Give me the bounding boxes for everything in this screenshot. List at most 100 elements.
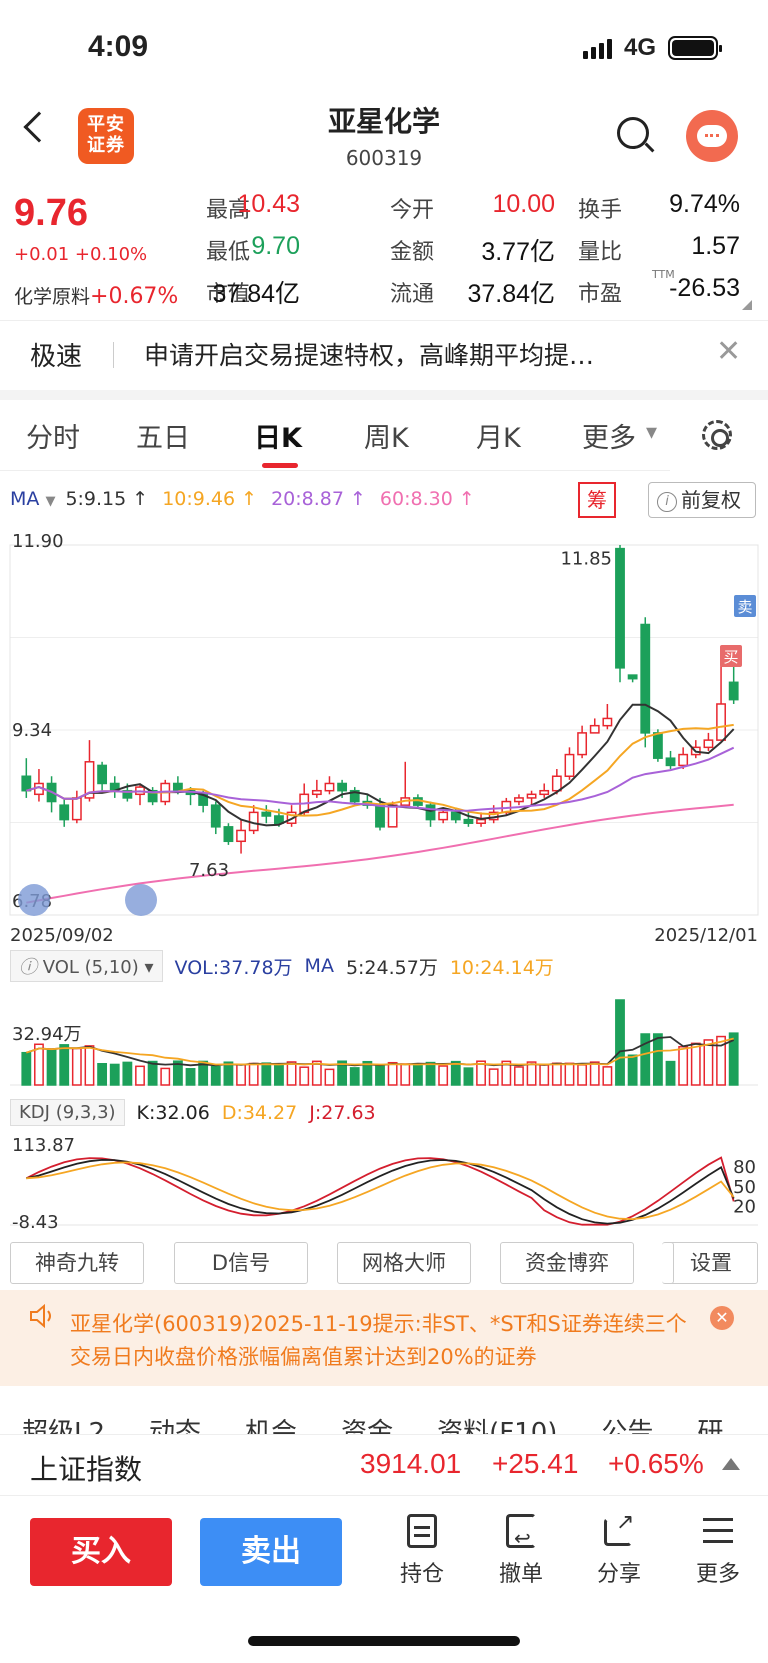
volume-bar — [261, 1062, 272, 1086]
action-1[interactable]: ↩ 撤单 — [481, 1512, 561, 1588]
volume-bar — [400, 1063, 411, 1086]
tab-2[interactable]: 日K — [254, 416, 302, 455]
volume-bar — [46, 1049, 57, 1086]
search-icon[interactable] — [617, 117, 649, 149]
detail-tab-6[interactable]: 研 — [697, 1412, 723, 1434]
tabs-divider — [0, 470, 670, 471]
scroll-left-handle — [18, 884, 50, 916]
candle-body — [71, 797, 82, 821]
indicator-button-3[interactable]: 资金博弈 — [500, 1242, 634, 1284]
chart-settings-icon[interactable] — [702, 420, 732, 450]
candle-body — [526, 793, 537, 799]
indicator-button-4[interactable]: 设置 — [664, 1242, 758, 1284]
ma-label[interactable]: MA ▼ — [10, 488, 55, 510]
volume-selector[interactable]: ⓘ VOL (5,10) ▾ — [10, 950, 163, 982]
assistant-avatar[interactable] — [686, 110, 738, 162]
pe-ttm-sup: TTM — [652, 268, 675, 281]
detail-tab-0[interactable]: 超级L2 — [22, 1412, 105, 1434]
volume-bar — [59, 1044, 70, 1086]
share-icon: ↗ — [600, 1512, 638, 1550]
candle-body — [728, 681, 739, 701]
volume-bar — [539, 1064, 550, 1086]
home-indicator — [248, 1636, 520, 1646]
zoom-handle — [125, 884, 157, 916]
tab-1[interactable]: 五日 — [136, 416, 190, 455]
tab-0[interactable]: 分时 — [26, 416, 80, 455]
ma-legend[interactable]: MA ▼ 5:9.15 ↑ 10:9.46 ↑ 20:8.87 ↑ 60:8.30 ↑ — [10, 488, 479, 510]
buy-tag-text: 买 — [723, 648, 738, 666]
kdj-selector[interactable]: KDJ (9,3,3) — [10, 1099, 125, 1126]
kdj-top-label: 113.87 — [12, 1135, 75, 1156]
risk-alert-text: 亚星化学(600319)2025-11-19提示:非ST、*ST和S证券连续三个… — [70, 1312, 687, 1369]
kline-chart[interactable]: 11.909.346.782025/09/022025/12/0111.857.… — [0, 520, 768, 1240]
sell-button[interactable]: 卖出 — [200, 1518, 342, 1586]
buy-button[interactable]: 买入 — [30, 1518, 172, 1586]
index-value: 3914.01 — [360, 1448, 462, 1479]
candle-body — [589, 724, 600, 734]
kdj-d-line — [26, 1161, 735, 1221]
notice-text[interactable]: 申请开启交易提速特权，高峰期平均提… — [144, 336, 684, 372]
vol-ma-label: MA — [304, 955, 334, 977]
candle-body — [514, 797, 524, 803]
current-price: 9.76 — [14, 192, 88, 234]
low-price-marker: 7.63 — [189, 860, 229, 881]
tab-4[interactable]: 月K — [476, 416, 521, 455]
volume-bar — [514, 1066, 524, 1086]
chip-distribution-button[interactable]: 筹 — [578, 482, 616, 518]
candle-body — [703, 739, 714, 749]
notice-close-icon[interactable]: ✕ — [716, 334, 741, 369]
index-change: +25.41 — [492, 1448, 579, 1479]
more-icon — [699, 1512, 737, 1550]
volume-bar — [425, 1061, 436, 1086]
volume-bar — [652, 1033, 663, 1086]
candle-body — [337, 782, 348, 792]
y-mid-label: 9.34 — [12, 720, 52, 741]
detail-tab-4[interactable]: 资料(F10) — [437, 1412, 557, 1434]
detail-tab-5[interactable]: 公告 — [601, 1412, 653, 1434]
info-icon: i — [657, 492, 677, 512]
volume-bar — [135, 1065, 145, 1086]
stock-name: 亚星化学 — [327, 105, 440, 138]
candle-body — [678, 753, 689, 767]
kdj-j-line — [25, 1156, 735, 1226]
volume-bar — [450, 1060, 461, 1086]
volume-bar — [375, 1065, 385, 1086]
quote-value: 37.84亿 — [212, 280, 300, 308]
detail-tab-1[interactable]: 动态 — [149, 1412, 201, 1434]
detail-tab-2[interactable]: 机会 — [245, 1412, 297, 1434]
alert-close-icon[interactable]: ✕ — [710, 1306, 734, 1330]
indicator-button-partial[interactable] — [662, 1242, 674, 1284]
indicator-button-0[interactable]: 神奇九转 — [10, 1242, 144, 1284]
sector-change[interactable]: 化学原料+0.67% — [14, 282, 178, 309]
indicator-button-1[interactable]: D信号 — [174, 1242, 308, 1284]
volume-ma-10 — [26, 1037, 734, 1066]
speaker-icon — [30, 1303, 51, 1329]
action-2[interactable]: ↗ 分享 — [579, 1512, 659, 1588]
kdj-20-label: 20 — [733, 1196, 756, 1217]
status-indicators: 4G — [582, 34, 722, 62]
volume-bar — [627, 1054, 638, 1086]
ma-item: 5:9.15 ↑ — [65, 488, 149, 510]
price-adjust-label: 前复权 — [681, 488, 741, 512]
network-type: 4G — [623, 34, 656, 61]
action-3[interactable]: 更多 — [678, 1512, 758, 1588]
volume-bar — [615, 999, 625, 1086]
quote-value: -26.53 — [669, 274, 740, 302]
volume-bar — [349, 1067, 360, 1086]
detail-tab-3[interactable]: 资金 — [341, 1412, 393, 1434]
vol-ma10: 10:24.14万 — [449, 956, 554, 979]
volume-bar — [109, 1063, 120, 1086]
tab-5[interactable]: 更多 — [582, 416, 636, 455]
y-max-label: 11.90 — [12, 531, 64, 552]
price-adjust-button[interactable]: i 前复权 — [648, 482, 756, 518]
expand-up-icon[interactable] — [722, 1458, 740, 1470]
quote-value: 9.74% — [669, 190, 740, 218]
detail-tabs: 超级L2 动态 机会 资金 资料(F10) 公告 研 — [22, 1412, 723, 1434]
tab-3[interactable]: 周K — [364, 416, 409, 455]
candle-body — [311, 789, 322, 796]
action-0[interactable]: 持仓 — [382, 1512, 462, 1588]
expand-corner-icon[interactable] — [742, 300, 752, 310]
indicator-button-2[interactable]: 网格大师 — [337, 1242, 471, 1284]
volume-bar — [97, 1063, 108, 1086]
volume-bar — [236, 1063, 246, 1086]
